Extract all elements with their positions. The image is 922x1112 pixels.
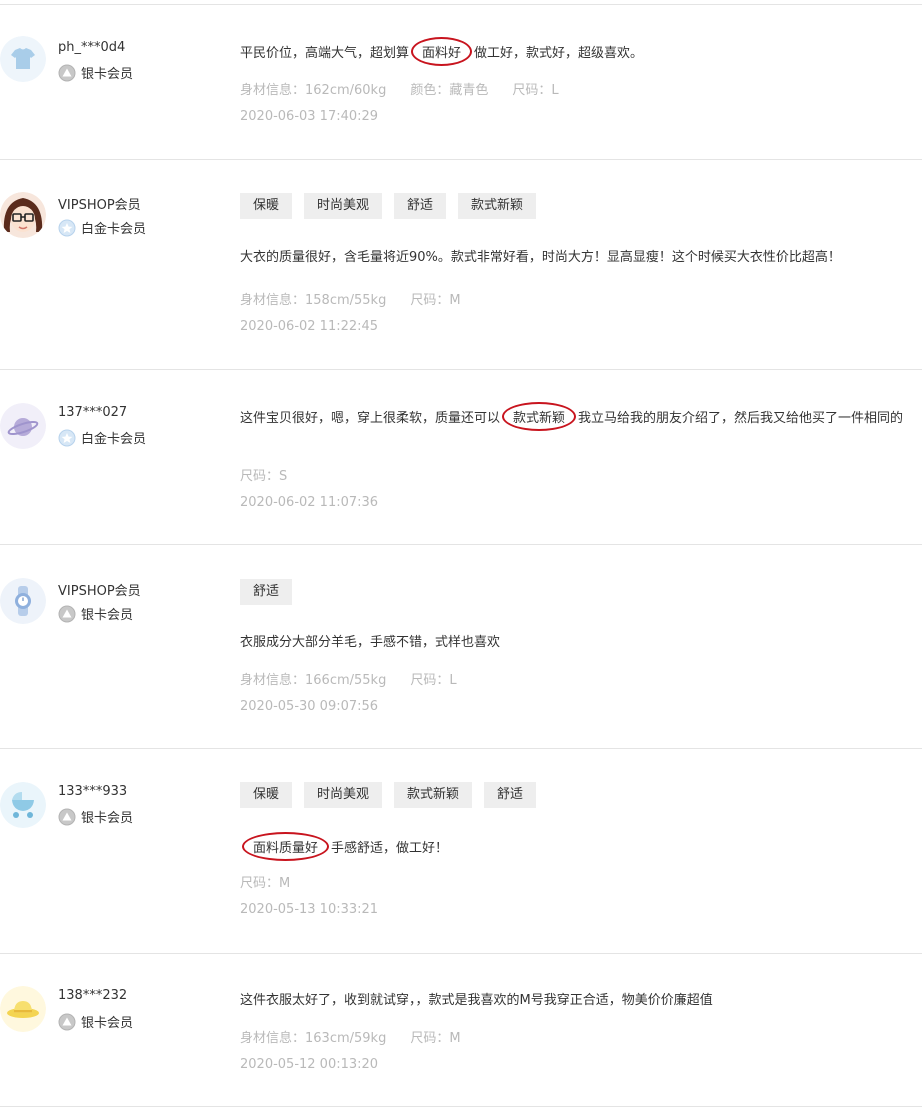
review-tag: 保暖 — [240, 193, 293, 219]
review-meta: 身材信息：158cm/55kg 尺码：M — [240, 289, 461, 308]
planet-avatar-icon — [0, 403, 46, 449]
member-level-label: 银卡会员 — [81, 811, 134, 826]
member-level-label: 银卡会员 — [81, 1016, 134, 1031]
review-tag: 款式新颖 — [394, 782, 473, 808]
watch-avatar-icon — [0, 578, 46, 624]
review-date: 2020-06-02 11:22:45 — [240, 319, 379, 334]
review-text: 平民价位，高端大气，超划算 面料好 做工好，款式好，超级喜欢。 — [240, 37, 644, 66]
platinum-card-icon — [58, 219, 76, 236]
review-divider — [0, 4, 922, 5]
review-divider — [0, 1106, 922, 1107]
review-date: 2020-06-02 11:07:36 — [240, 495, 379, 510]
review-text: 衣服成分大部分羊毛，手感不错，式样也喜欢 — [240, 631, 500, 650]
highlighted-keyword: 款式新颖 — [502, 402, 577, 431]
review-date: 2020-05-12 00:13:20 — [240, 1057, 379, 1072]
member-level-label: 银卡会员 — [81, 608, 134, 623]
member-level-label: 白金卡会员 — [81, 432, 147, 447]
review-meta: 身材信息：162cm/60kg 颜色：藏青色 尺码：L — [240, 79, 559, 98]
review-text-before: 这件宝贝很好，嗯，穿上很柔软，质量还可以 — [240, 411, 501, 426]
review-divider — [0, 953, 922, 954]
tshirt-avatar-icon — [0, 36, 46, 82]
username: 138***232 — [58, 988, 128, 1003]
meta-item: 身材信息：163cm/59kg — [240, 1031, 387, 1046]
review-tags: 舒适 — [240, 579, 304, 605]
watch-avatar-icon — [0, 578, 46, 624]
meta-item: 身材信息：162cm/60kg — [240, 83, 387, 98]
review-text: 这件衣服太好了，收到就试穿，，款式是我喜欢的M号我穿正合适，物美价价廉超值 — [240, 989, 713, 1008]
review-date: 2020-05-13 10:33:21 — [240, 902, 379, 917]
meta-item: 尺码：L — [410, 673, 457, 688]
meta-item: 尺码：M — [240, 876, 291, 891]
member-level: 白金卡会员 — [58, 428, 146, 447]
review-text-after: 做工好，款式好，超级喜欢。 — [474, 46, 644, 61]
silver-card-icon — [58, 1013, 76, 1030]
review-tag: 舒适 — [240, 579, 293, 605]
hat-avatar-icon — [0, 986, 46, 1032]
meta-item: 尺码：L — [512, 83, 559, 98]
silver-card-icon — [58, 64, 76, 81]
username: VIPSHOP会员 — [58, 584, 141, 599]
platinum-card-icon — [58, 429, 76, 446]
member-level-label: 银卡会员 — [81, 67, 134, 82]
review-divider — [0, 369, 922, 370]
review-divider — [0, 159, 922, 160]
review-text: 大衣的质量很好，含毛量将近90%。款式非常好看，时尚大方！显高显瘦！这个时候买大… — [240, 246, 841, 265]
planet-avatar-icon — [0, 403, 46, 449]
review-tags: 保暖 时尚美观 舒适 款式新颖 — [240, 193, 548, 219]
username: 133***933 — [58, 784, 128, 799]
review-text-before: 这件衣服太好了，收到就试穿，，款式是我喜欢的M号我穿正合适，物美价价廉超值 — [240, 993, 713, 1008]
review-text-before: 平民价位，高端大气，超划算 — [240, 46, 410, 61]
member-level: 银卡会员 — [58, 807, 133, 826]
meta-item: 尺码：M — [410, 1031, 461, 1046]
review-meta: 身材信息：166cm/55kg 尺码：L — [240, 669, 457, 688]
member-level: 白金卡会员 — [58, 218, 146, 237]
silver-card-icon — [58, 605, 76, 622]
username: 137***027 — [58, 405, 128, 420]
review-tag: 时尚美观 — [304, 782, 383, 808]
member-level: 银卡会员 — [58, 63, 133, 82]
username: ph_***0d4 — [58, 40, 126, 55]
review-tag: 舒适 — [484, 782, 537, 808]
review-tags: 保暖 时尚美观 款式新颖 舒适 — [240, 782, 548, 808]
review-text-after: 我立马给我的朋友介绍了，然后我又给他买了一件相同的 — [578, 411, 904, 426]
member-level: 银卡会员 — [58, 1012, 133, 1031]
review-tag: 款式新颖 — [458, 193, 537, 219]
review-divider — [0, 748, 922, 749]
meta-item: 身材信息：158cm/55kg — [240, 293, 387, 308]
review-date: 2020-06-03 17:40:29 — [240, 109, 379, 124]
review-meta: 身材信息：163cm/59kg 尺码：M — [240, 1027, 461, 1046]
meta-item: 颜色：藏青色 — [410, 83, 489, 98]
review-text: 面料质量好 手感舒适，做工好！ — [240, 832, 449, 861]
silver-card-icon — [58, 808, 76, 825]
member-level-label: 白金卡会员 — [81, 222, 147, 237]
review-divider — [0, 544, 922, 545]
review-text-before: 大衣的质量很好，含毛量将近90%。款式非常好看，时尚大方！显高显瘦！这个时候买大… — [240, 250, 841, 265]
girl-with-glasses-avatar — [0, 192, 46, 238]
meta-item: 身材信息：166cm/55kg — [240, 673, 387, 688]
username: VIPSHOP会员 — [58, 198, 141, 213]
meta-item: 尺码：S — [240, 469, 288, 484]
review-meta: 尺码：M — [240, 872, 290, 891]
review-text: 这件宝贝很好，嗯，穿上很柔软，质量还可以 款式新颖 我立马给我的朋友介绍了，然后我又… — [240, 402, 904, 431]
review-date: 2020-05-30 09:07:56 — [240, 699, 379, 714]
review-text-after: 手感舒适，做工好！ — [331, 841, 449, 856]
review-text-before: 衣服成分大部分羊毛，手感不错，式样也喜欢 — [240, 635, 501, 650]
review-tag: 保暖 — [240, 782, 293, 808]
hat-avatar-icon — [0, 986, 46, 1032]
member-level: 银卡会员 — [58, 604, 133, 623]
review-list: ph_***0d4 银卡会员 平民价位，高端大气，超划算 面料好 做工好，款式好，超级喜… — [0, 0, 922, 1112]
stroller-avatar-icon — [0, 782, 46, 828]
girl-with-glasses-avatar — [0, 192, 46, 238]
highlighted-keyword: 面料好 — [411, 37, 473, 66]
meta-item: 尺码：M — [410, 293, 461, 308]
review-tag: 舒适 — [394, 193, 447, 219]
highlighted-keyword: 面料质量好 — [242, 832, 330, 861]
tshirt-avatar-icon — [0, 36, 46, 82]
review-meta: 尺码：S — [240, 465, 287, 484]
stroller-avatar-icon — [0, 782, 46, 828]
review-tag: 时尚美观 — [304, 193, 383, 219]
